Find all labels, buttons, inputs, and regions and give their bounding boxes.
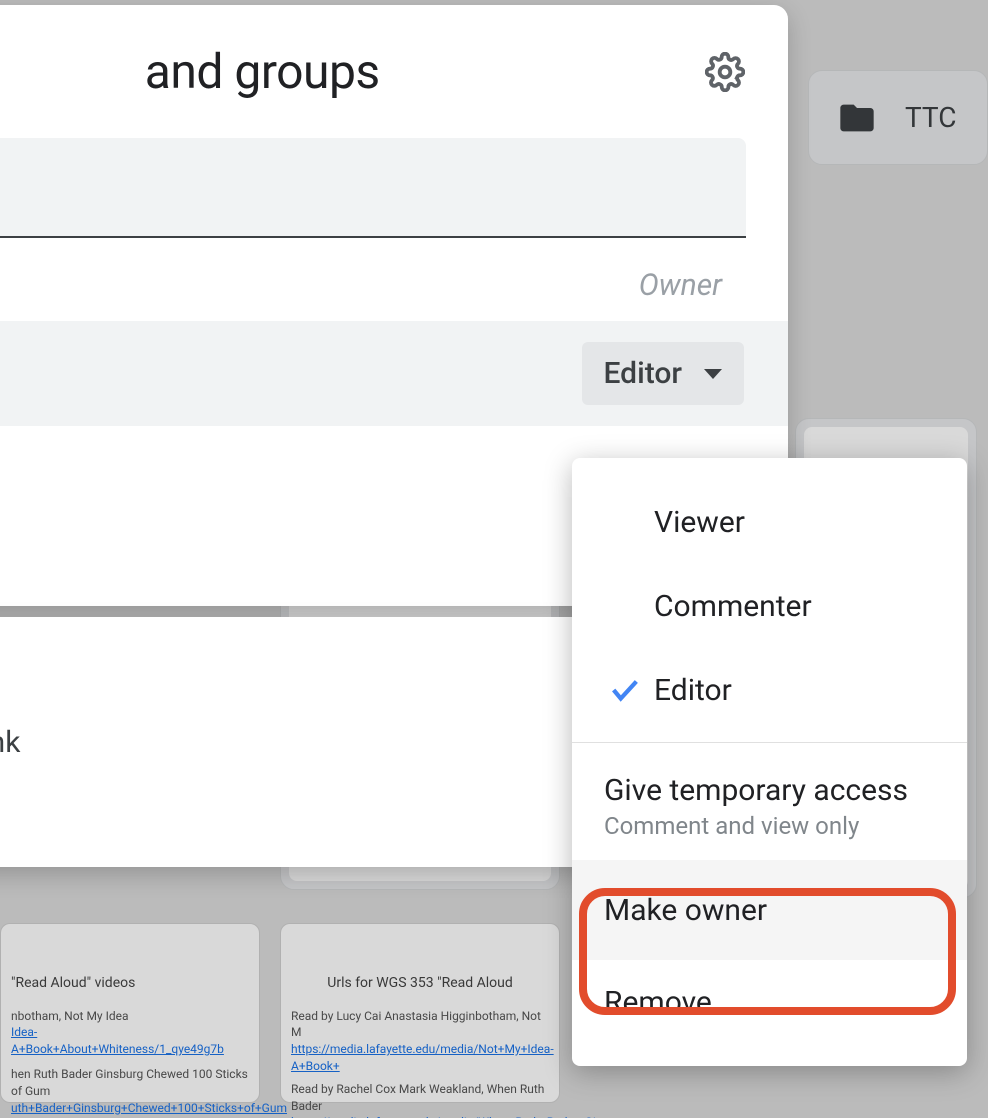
menu-item-temporary-access[interactable]: Give temporary access Comment and view o… <box>572 753 967 860</box>
collaborator-row: Editor <box>0 321 788 426</box>
chevron-down-icon <box>704 369 722 379</box>
role-menu: Viewer Commenter Editor Give temporary a… <box>572 458 967 1066</box>
owner-row: Owner <box>0 238 788 321</box>
share-dialog-title: Share with people and groups <box>0 43 380 100</box>
add-people-input[interactable] <box>0 138 746 238</box>
owner-role-label: Owner <box>639 268 722 303</box>
menu-item-commenter[interactable]: Commenter <box>572 564 967 648</box>
menu-item-viewer[interactable]: Viewer <box>572 480 967 564</box>
settings-button[interactable] <box>704 51 746 93</box>
role-dropdown[interactable]: Editor <box>582 342 745 405</box>
menu-item-make-owner[interactable]: Make owner <box>572 860 967 960</box>
menu-item-remove[interactable]: Remove <box>572 960 967 1044</box>
link-description: open with this link <box>0 725 20 760</box>
menu-item-subtitle: Comment and view only <box>604 812 859 840</box>
gear-icon <box>705 52 745 92</box>
menu-divider <box>572 742 967 743</box>
check-icon <box>604 673 646 707</box>
menu-item-editor[interactable]: Editor <box>572 648 967 732</box>
role-dropdown-label: Editor <box>604 356 683 391</box>
